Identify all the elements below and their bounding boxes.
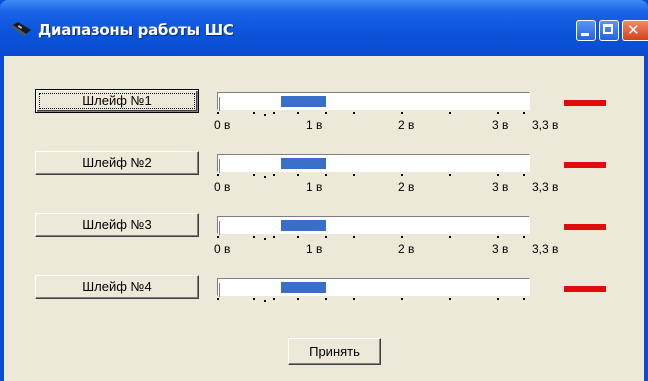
scale-tick [353, 236, 355, 238]
scale-label: 3,3 в [532, 118, 559, 132]
scale-tick [273, 236, 275, 238]
scale-tick [401, 236, 403, 238]
loop-4-range-track[interactable] [217, 278, 530, 297]
loop-4-scale-ticks [217, 298, 537, 304]
scale-tick [273, 298, 275, 300]
loop-3-range-track[interactable] [217, 216, 530, 235]
scale-tick [217, 112, 219, 114]
dialog-window: Диапазоны работы ШС ✕ Принять Шлейф №1 0 … [0, 0, 648, 381]
accept-button[interactable]: Принять [288, 338, 381, 365]
track-start-notch [219, 221, 220, 235]
window-title: Диапазоны работы ШС [38, 21, 234, 39]
loop-2-scale-labels: 0 в 1 в 2 в 3 в 3,3 в [210, 180, 558, 194]
scale-tick [264, 176, 266, 178]
scale-tick [297, 174, 299, 176]
scale-tick [497, 174, 499, 176]
maximize-button[interactable] [599, 20, 619, 41]
window-frame-right [644, 56, 648, 381]
close-icon: ✕ [627, 21, 640, 39]
minimize-button[interactable] [576, 20, 596, 41]
scale-tick [353, 298, 355, 300]
loop-2-status-indicator [564, 162, 606, 168]
loop-2-button[interactable]: Шлейф №2 [35, 151, 199, 175]
dialog-client-area: Принять Шлейф №1 0 в 1 в 2 в 3 в 3,3 в Шлейф №… [4, 56, 644, 381]
scale-tick [325, 174, 327, 176]
scale-tick [253, 298, 255, 300]
scale-label: 2 в [398, 242, 415, 256]
focus-ring [39, 93, 195, 109]
scale-tick [297, 236, 299, 238]
loop-1-range-track[interactable] [217, 92, 530, 111]
scale-tick [273, 174, 275, 176]
scale-tick [497, 112, 499, 114]
loop-2-range-bar[interactable] [281, 158, 326, 169]
scale-tick [523, 174, 525, 176]
track-start-notch [219, 97, 220, 111]
scale-tick [217, 174, 219, 176]
loop-1-range-bar[interactable] [281, 96, 326, 107]
scale-tick [297, 112, 299, 114]
scale-tick [325, 236, 327, 238]
scale-tick [523, 298, 525, 300]
loop-3-status-indicator [564, 224, 606, 230]
scale-tick [253, 174, 255, 176]
scale-label: 0 в [214, 242, 231, 256]
scale-label: 3,3 в [532, 180, 559, 194]
scale-tick [497, 236, 499, 238]
scale-tick [325, 112, 327, 114]
loop-1-button[interactable]: Шлейф №1 [35, 89, 199, 113]
scale-label: 2 в [398, 118, 415, 132]
scale-tick [401, 174, 403, 176]
maximize-icon [603, 24, 613, 34]
loop-4-button[interactable]: Шлейф №4 [35, 275, 199, 299]
scale-label: 3 в [492, 242, 509, 256]
scale-tick [523, 112, 525, 114]
close-button[interactable]: ✕ [622, 20, 648, 41]
loop-1-status-indicator [564, 100, 606, 106]
scale-tick [253, 236, 255, 238]
scale-tick [253, 112, 255, 114]
scale-tick [353, 174, 355, 176]
loop-3-button[interactable]: Шлейф №3 [35, 213, 199, 237]
loop-2-range-track[interactable] [217, 154, 530, 173]
scale-tick [353, 112, 355, 114]
track-start-notch [219, 283, 220, 297]
scale-tick [523, 236, 525, 238]
scale-tick [297, 298, 299, 300]
scale-tick [325, 298, 327, 300]
scale-tick [217, 236, 219, 238]
scale-tick [449, 174, 451, 176]
scale-label: 0 в [214, 180, 231, 194]
scale-tick [264, 238, 266, 240]
scale-label: 3 в [492, 118, 509, 132]
scale-tick [449, 236, 451, 238]
loop-1-scale-labels: 0 в 1 в 2 в 3 в 3,3 в [210, 118, 558, 132]
track-start-notch [219, 159, 220, 173]
loop-4-status-indicator [564, 286, 606, 292]
loop-3-range-bar[interactable] [281, 220, 326, 231]
scale-tick [217, 298, 219, 300]
scale-tick [264, 114, 266, 116]
title-bar[interactable]: Диапазоны работы ШС ✕ [0, 0, 648, 56]
scale-tick [401, 298, 403, 300]
scale-tick [273, 112, 275, 114]
minimize-icon [581, 33, 589, 36]
scale-label: 1 в [306, 180, 323, 194]
scale-tick [401, 112, 403, 114]
loop-4-range-bar[interactable] [281, 282, 326, 293]
scale-tick [497, 298, 499, 300]
loop-3-scale-labels: 0 в 1 в 2 в 3 в 3,3 в [210, 242, 558, 256]
scale-label: 2 в [398, 180, 415, 194]
scale-tick [449, 298, 451, 300]
scale-tick [264, 300, 266, 302]
device-icon [12, 22, 31, 36]
scale-tick [449, 112, 451, 114]
scale-label: 3 в [492, 180, 509, 194]
scale-label: 1 в [306, 118, 323, 132]
scale-label: 3,3 в [532, 242, 559, 256]
scale-label: 1 в [306, 242, 323, 256]
scale-label: 0 в [214, 118, 231, 132]
